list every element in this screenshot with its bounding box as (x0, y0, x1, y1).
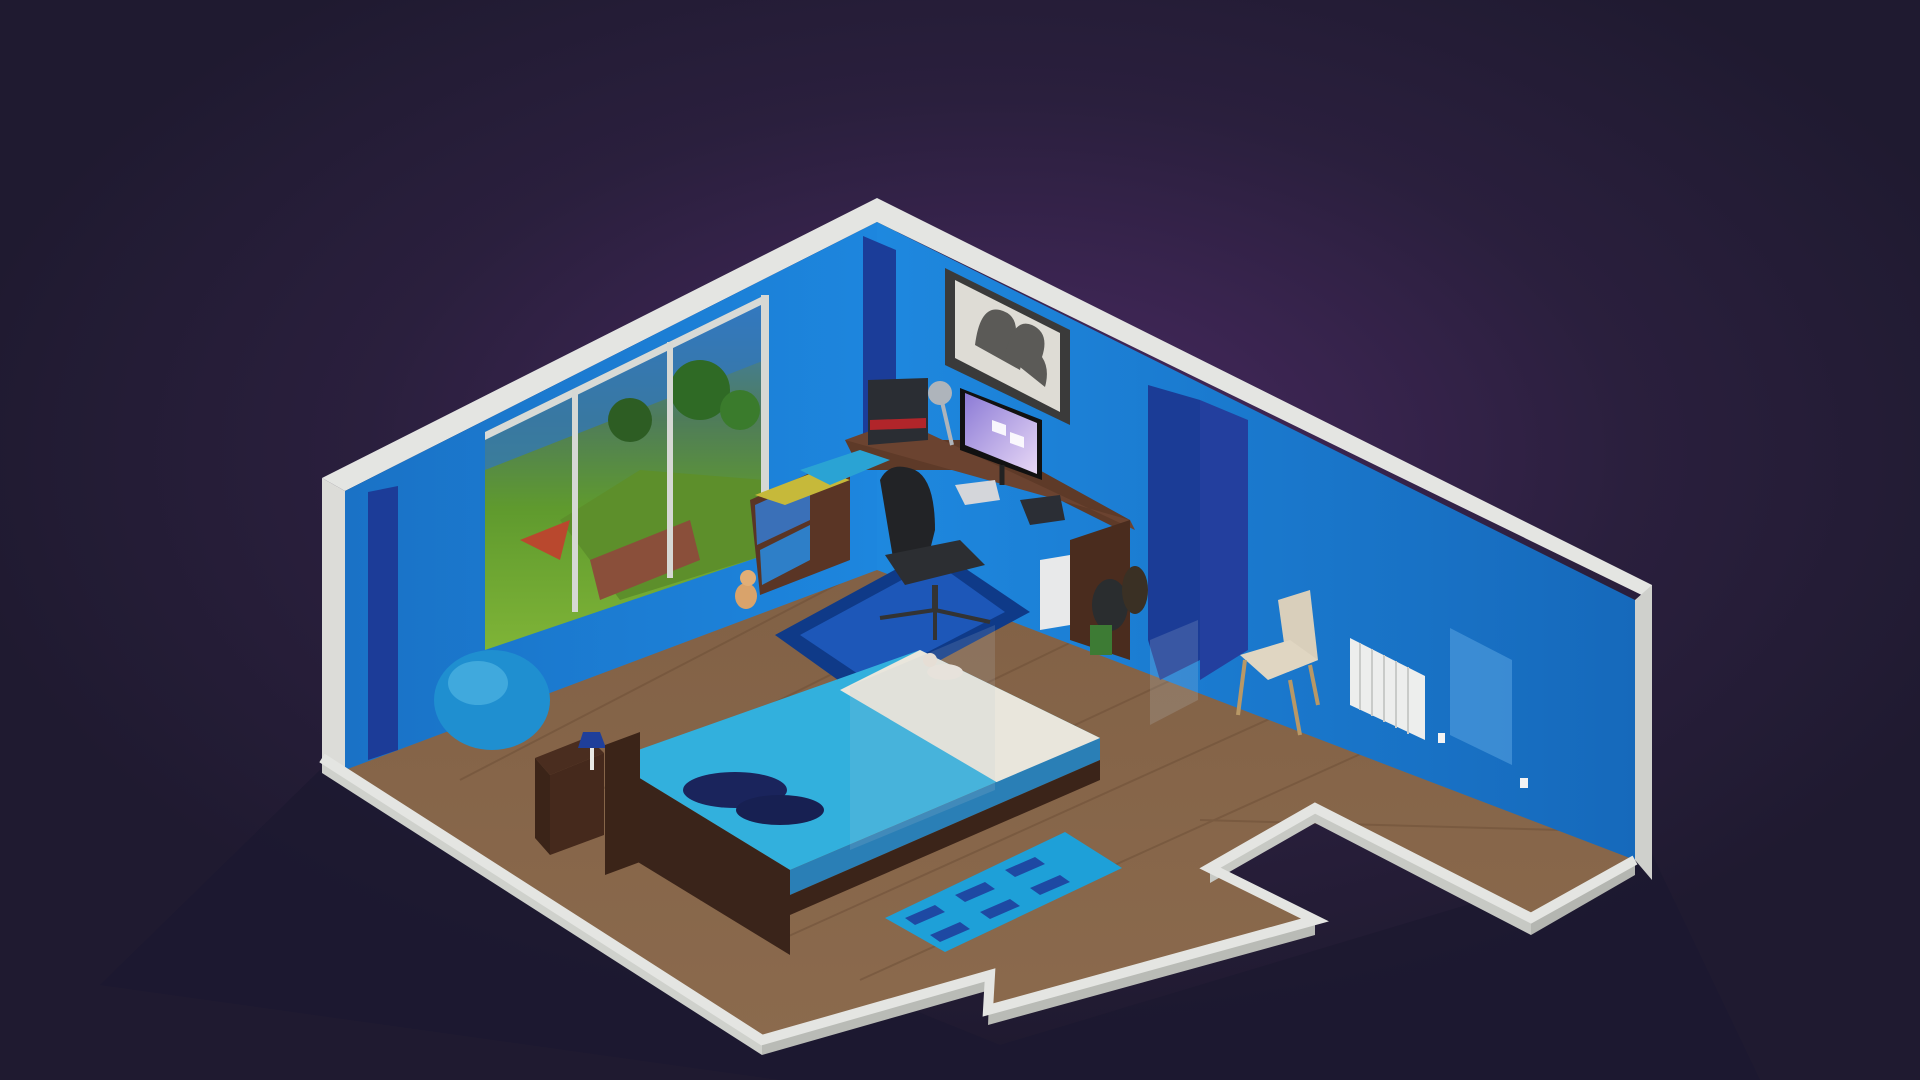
printer-strip (870, 418, 926, 430)
curtain-left[interactable] (368, 486, 398, 760)
bag-orange[interactable] (1122, 566, 1148, 614)
left-rim (322, 478, 345, 770)
printer[interactable] (868, 378, 928, 445)
room-scene[interactable] (0, 0, 1920, 1080)
wall-outlet (1520, 778, 1528, 788)
right-rim (1635, 585, 1652, 880)
curtain-right-fold (1200, 400, 1248, 680)
floor-box[interactable] (1090, 625, 1112, 655)
trash-bin[interactable] (1040, 555, 1070, 630)
pillow-navy-2[interactable] (736, 795, 824, 825)
bean-bag-highlight (448, 661, 508, 705)
wall-switch (1438, 733, 1445, 743)
